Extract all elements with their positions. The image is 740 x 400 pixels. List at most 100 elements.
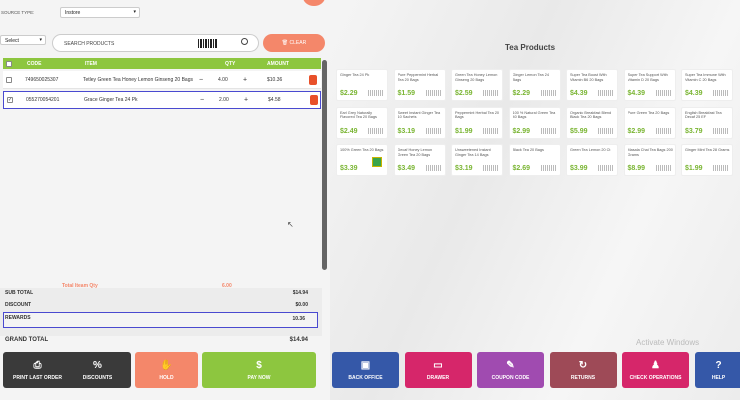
search-input[interactable]: SEARCH PRODUCTS (64, 41, 114, 47)
product-name: Super Tea Boost With Vitamin B6 20 Bags (570, 73, 607, 82)
barcode-icon (655, 90, 672, 96)
button-label: PAY NOW (247, 375, 271, 381)
back-office-button[interactable]: ▣ BACK OFFICE (332, 352, 399, 388)
product-card[interactable]: Green Tea Lemon 20 Ct $3.99 (566, 144, 618, 176)
product-price: $2.49 (340, 127, 358, 135)
check-operations-button[interactable]: ♟ CHECK OPERATIONS (622, 352, 689, 388)
product-price: $2.99 (627, 127, 646, 135)
search-bar[interactable]: SEARCH PRODUCTS (52, 34, 259, 52)
product-card[interactable]: Ginger Mint Tea 28 Grams $1.99 (681, 144, 733, 176)
panel-title: Tea Products (504, 43, 556, 52)
product-name: 100 % Natural Green Tea 40 Bags (512, 110, 556, 120)
product-name: Pure Green Tea 20 Bags (627, 110, 670, 115)
product-card[interactable]: Green Tea Honey Lemon Ginseng 20 Bags $2.… (451, 69, 503, 101)
percent-icon: % (93, 360, 102, 371)
row-qty: 2.00 (219, 97, 229, 103)
barcode-icon (540, 90, 557, 96)
ticket-icon: ✎ (506, 360, 515, 371)
product-card[interactable]: Earl Grey Naturally Flavored Tea 20 Bags… (336, 106, 388, 139)
chevron-down-icon: ▾ (39, 37, 42, 43)
cash-icon: $ (256, 360, 262, 371)
product-price: $1.99 (455, 127, 473, 135)
row-checkbox[interactable] (6, 76, 12, 83)
product-card[interactable]: Pure Green Tea 20 Bags $2.99 (623, 106, 676, 139)
coupon-code-button[interactable]: ✎ COUPON CODE (477, 352, 544, 388)
col-code: CODE (27, 60, 42, 67)
product-name: Ginger Lemon Tea 24 Bags (512, 73, 549, 82)
product-card[interactable]: Ginger Tea 24 Pk $2.29 (336, 69, 388, 101)
table-header: CODE ITEM QTY AMOUNT (3, 58, 321, 69)
select-dropdown[interactable]: Select ▾ (0, 35, 46, 45)
button-label: PRINT LAST ORDER (13, 375, 62, 381)
discount-label: DISCOUNT (5, 302, 32, 308)
col-qty: QTY (225, 60, 236, 67)
select-all-checkbox[interactable] (6, 60, 12, 67)
product-card[interactable]: Pure Peppermint Herbal Tea 20 Bags $1.59 (393, 69, 446, 101)
barcode-icon[interactable] (198, 39, 218, 48)
barcode-icon (598, 90, 614, 96)
product-name: Ginger Tea 24 Pk (340, 73, 370, 77)
help-button[interactable]: ? HELP (694, 352, 740, 388)
barcode-icon (713, 165, 729, 171)
button-label: COUPON CODE (491, 375, 530, 381)
product-card[interactable]: Masala Chai Tea Bags 200 Grams $8.99 (623, 144, 676, 176)
delete-icon[interactable] (309, 74, 317, 85)
print-last-order-button[interactable]: ⎙ PRINT LAST ORDER (3, 352, 72, 388)
col-item: ITEM (85, 60, 97, 67)
product-name: Pure Peppermint Herbal Tea 20 Bags (397, 73, 439, 82)
product-price: $1.59 (397, 90, 416, 97)
product-price: $8.99 (627, 165, 646, 172)
pay-now-button[interactable]: $ PAY NOW (202, 352, 316, 388)
drawer-button[interactable]: ▭ DRAWER (404, 352, 472, 388)
product-card[interactable]: Black Tea 20 Bags $2.69 (508, 144, 561, 176)
clear-label: CLEAR (289, 40, 307, 46)
table-row[interactable]: ✓ 055270054201 Grace Ginger Tea 24 Pk − … (3, 91, 321, 109)
subtotal-label: SUB TOTAL (5, 290, 34, 296)
barcode-icon (713, 127, 729, 134)
button-label: CHECK OPERATIONS (629, 375, 682, 381)
barcode-icon (368, 90, 384, 96)
product-card[interactable]: 100% Green Tea 20 Bags $3.39 (336, 144, 388, 176)
product-price: $2.99 (512, 127, 531, 135)
product-card[interactable]: Super Tea Immune With Vitamin C 20 Bags $… (681, 69, 733, 101)
product-card[interactable]: 100 % Natural Green Tea 40 Bags $2.99 (508, 106, 561, 139)
barcode-icon (655, 165, 672, 171)
plus-icon[interactable]: + (243, 76, 247, 83)
product-price: $2.69 (512, 165, 531, 172)
product-card[interactable]: Decaf Honey Lemon Green Tea 20 Bags $3.49 (393, 144, 446, 176)
scrollbar[interactable] (322, 60, 327, 270)
drawer-icon: ▭ (433, 360, 443, 371)
table-row[interactable]: 749650025307 Tetley Green Tea Honey Lemo… (3, 71, 321, 89)
plus-icon[interactable]: + (244, 97, 248, 104)
barcode-icon (598, 127, 614, 134)
product-card[interactable]: Super Tea Boost With Vitamin B6 20 Bags $… (566, 69, 618, 101)
product-card[interactable]: Peppermint Herbal Tea 20 Bags $1.99 (451, 106, 503, 139)
clear-button[interactable]: 🗑 CLEAR (263, 34, 325, 52)
product-card[interactable]: Super Tea Support With Vitamin D 20 Bags… (623, 69, 676, 101)
delete-icon[interactable] (310, 95, 318, 105)
barcode-icon (368, 127, 384, 134)
order-panel: SOURCE TYPE: Instore ▾ Select ▾ SEARCH P… (0, 0, 330, 400)
returns-button[interactable]: ↻ RETURNS (549, 352, 617, 388)
discounts-button[interactable]: % DISCOUNTS (64, 352, 131, 388)
product-name: Sweet Instant Ginger Tea 10 Sachets (397, 110, 441, 120)
row-code: 055270054201 (26, 97, 60, 103)
product-card[interactable]: Unsweetened Instant Ginger Tea 14 Bags $3… (451, 144, 503, 176)
minus-icon[interactable]: − (200, 97, 204, 104)
button-label: HOLD (159, 375, 174, 381)
trash-icon: 🗑 (281, 40, 290, 46)
product-card[interactable]: Organic Breakfast Blend Black Tea 20 Bag… (566, 106, 618, 139)
product-price: $3.79 (685, 127, 703, 135)
product-card[interactable]: English Breakfast Tea Decaf 25 EF $3.79 (681, 106, 733, 139)
source-type-select[interactable]: Instore ▾ (60, 7, 140, 18)
product-price: $4.39 (685, 90, 703, 97)
barcode-icon (655, 127, 672, 134)
product-card[interactable]: Ginger Lemon Tea 24 Bags $2.29 (508, 69, 561, 101)
hold-button[interactable]: ✋ HOLD (135, 352, 198, 388)
search-icon[interactable] (241, 38, 248, 45)
barcode-icon (598, 165, 614, 171)
minus-icon[interactable]: − (199, 76, 203, 83)
product-price: $3.99 (570, 165, 588, 172)
product-name: Unsweetened Instant Ginger Tea 14 Bags (455, 148, 491, 157)
product-card[interactable]: Sweet Instant Ginger Tea 10 Sachets $3.19 (393, 106, 446, 139)
